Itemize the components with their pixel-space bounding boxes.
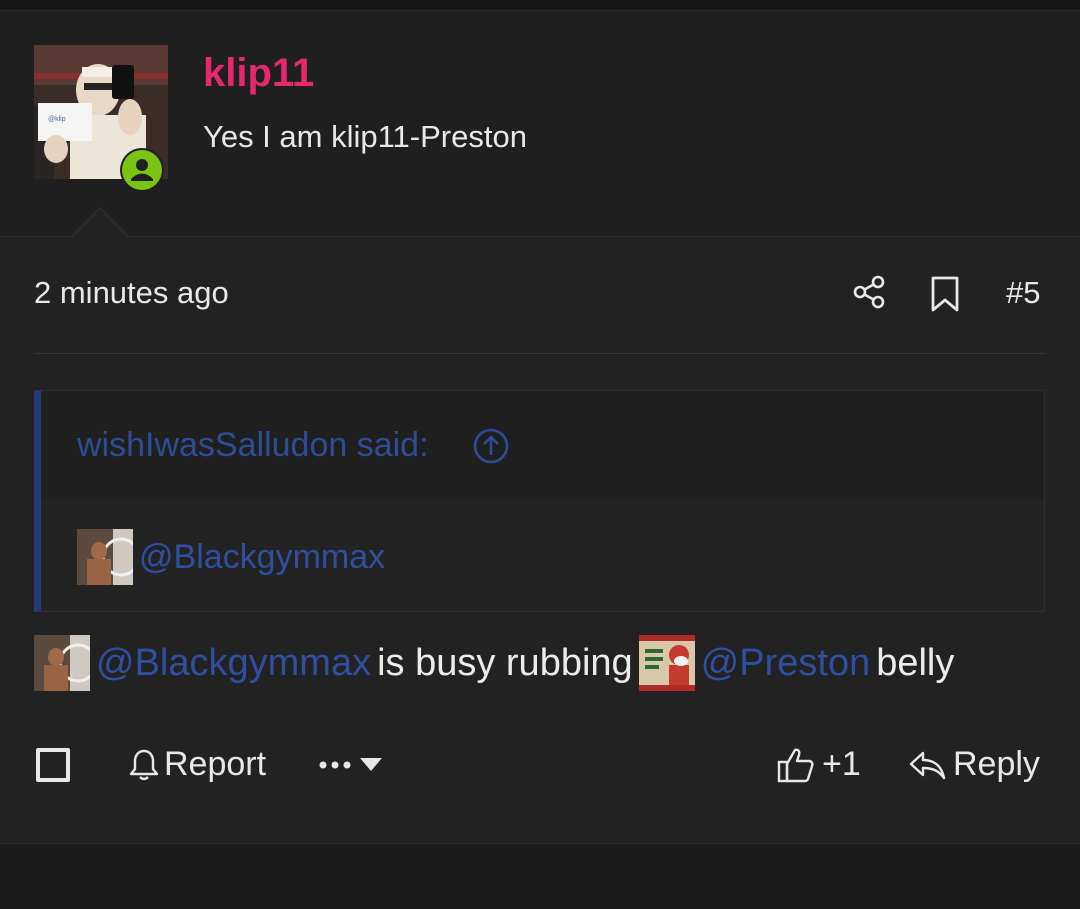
quote-header: wishIwasSalludon said: <box>41 391 1044 499</box>
like-button[interactable]: +1 <box>776 745 861 784</box>
select-post-checkbox[interactable] <box>36 748 70 782</box>
mention-avatar <box>638 635 695 691</box>
post-message: @Blackgymmax is busy rubbing @Preston be… <box>34 635 954 691</box>
bookmark-icon[interactable] <box>930 276 960 312</box>
svg-text:@klip: @klip <box>48 116 66 123</box>
report-label: Report <box>164 745 267 783</box>
jump-to-quote-icon[interactable] <box>473 428 509 464</box>
user-title: Yes I am klip11-Preston <box>203 119 527 154</box>
top-edge <box>0 0 1080 11</box>
mention-avatar <box>34 635 90 691</box>
quote-author[interactable]: wishIwasSalludon said: <box>77 426 429 465</box>
ellipsis-icon <box>319 761 351 769</box>
post: @klip klip11 Yes I am klip11-Preston 2 m… <box>0 11 1080 843</box>
report-button[interactable]: Report <box>128 745 266 784</box>
mention-avatar <box>77 529 133 585</box>
username-link[interactable]: klip11 <box>203 51 314 96</box>
message-text: is busy rubbing <box>377 641 633 684</box>
reply-button[interactable]: Reply <box>907 745 1040 784</box>
online-status <box>120 148 164 192</box>
reply-label: Reply <box>953 745 1040 783</box>
caret-down-icon <box>360 758 382 771</box>
message-text: belly <box>876 641 955 684</box>
bottom-edge <box>0 843 1080 909</box>
like-count: +1 <box>822 745 861 783</box>
reply-arrow-icon <box>909 751 946 779</box>
mention-link[interactable]: @Blackgymmax <box>96 642 371 685</box>
quote-mention-link[interactable]: @Blackgymmax <box>139 538 385 577</box>
quote-mention-line: @Blackgymmax <box>77 529 385 585</box>
mention-link[interactable]: @Preston <box>701 642 871 685</box>
quote-block: wishIwasSalludon said: @Blackgymmax <box>34 390 1045 612</box>
post-timestamp[interactable]: 2 minutes ago <box>34 275 229 311</box>
bell-icon <box>129 749 159 780</box>
header-pointer-fill <box>72 209 128 237</box>
share-icon[interactable] <box>852 274 888 310</box>
user-header: @klip klip11 Yes I am klip11-Preston <box>0 11 1080 237</box>
post-number-link[interactable]: #5 <box>1006 275 1040 311</box>
online-user-icon <box>122 150 162 190</box>
divider <box>34 353 1046 354</box>
quote-body: @Blackgymmax <box>41 499 1044 612</box>
thumbs-up-icon <box>777 748 814 782</box>
more-options-button[interactable] <box>318 745 382 785</box>
